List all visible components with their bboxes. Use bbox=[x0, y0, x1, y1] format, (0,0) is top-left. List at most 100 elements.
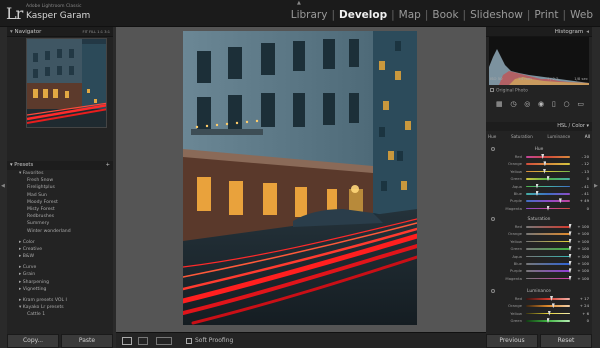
luminance-slider-red[interactable]: Red + 17 bbox=[486, 295, 592, 302]
hue-slider-blue[interactable]: Blue - 41 bbox=[486, 190, 592, 197]
saturation-slider-magenta[interactable]: Magenta + 100 bbox=[486, 275, 592, 282]
top-panel-toggle-icon[interactable]: ▲ bbox=[297, 0, 301, 6]
module-library[interactable]: Library bbox=[288, 9, 331, 21]
slider-value[interactable]: + 17 bbox=[580, 296, 589, 301]
reset-button[interactable]: Reset bbox=[540, 334, 592, 348]
histogram-header[interactable]: Histogram ◂ bbox=[486, 27, 592, 37]
slider-track[interactable] bbox=[526, 248, 570, 250]
tab-luminance[interactable]: Luminance bbox=[547, 134, 570, 139]
photo-canvas[interactable] bbox=[183, 31, 417, 325]
tab-all[interactable]: All bbox=[585, 134, 590, 139]
slider-track[interactable] bbox=[526, 240, 570, 243]
tab-hue[interactable]: Hue bbox=[488, 134, 496, 139]
navigator-preview[interactable] bbox=[26, 38, 107, 128]
saturation-slider-purple[interactable]: Purple + 100 bbox=[486, 267, 592, 274]
saturation-slider-green[interactable]: Green + 100 bbox=[486, 245, 592, 252]
adjustment-brush-icon[interactable]: ▭ bbox=[577, 100, 584, 108]
preset-folder[interactable]: ▸ Curve bbox=[7, 264, 113, 271]
saturation-slider-blue[interactable]: Blue + 100 bbox=[486, 260, 592, 267]
before-after-icon[interactable] bbox=[138, 337, 148, 345]
module-web[interactable]: Web bbox=[567, 9, 596, 21]
hue-slider-aqua[interactable]: Aqua - 41 bbox=[486, 183, 592, 190]
paste-button[interactable]: Paste bbox=[61, 334, 113, 348]
preset-folder[interactable]: ▸ Vignetting bbox=[7, 286, 113, 293]
slider-track[interactable] bbox=[526, 170, 570, 173]
preset-folder[interactable]: ▸ Grain bbox=[7, 271, 113, 278]
preset-item[interactable]: Fresh Snow bbox=[7, 177, 113, 184]
slider-track[interactable] bbox=[526, 270, 570, 272]
graduated-filter-icon[interactable]: ▯ bbox=[552, 100, 556, 108]
hue-slider-yellow[interactable]: Yellow - 13 bbox=[486, 168, 592, 175]
luminance-slider-green[interactable]: Green 0 bbox=[486, 317, 592, 324]
slider-track[interactable] bbox=[526, 156, 570, 158]
preset-folder[interactable]: ▸ B&W bbox=[7, 253, 113, 260]
slider-value[interactable]: - 41 bbox=[582, 191, 589, 196]
preset-folder[interactable]: ▸ Sharpening bbox=[7, 279, 113, 286]
hue-slider-red[interactable]: Red - 20 bbox=[486, 153, 592, 160]
slider-track[interactable] bbox=[526, 185, 570, 188]
add-preset-icon[interactable]: + bbox=[106, 161, 110, 170]
preset-item[interactable]: Moody Forest bbox=[7, 199, 113, 206]
preset-folder[interactable]: ▸ Color bbox=[7, 239, 113, 246]
hue-slider-green[interactable]: Green 0 bbox=[486, 175, 592, 182]
slider-value[interactable]: + 6 bbox=[582, 311, 589, 316]
preset-item[interactable]: Winter wonderland bbox=[7, 228, 113, 235]
slider-value[interactable]: + 100 bbox=[577, 231, 589, 236]
navigator-zoom-options[interactable]: FIT FILL 1:1 3:1 bbox=[83, 27, 110, 36]
slider-value[interactable]: + 24 bbox=[580, 303, 589, 308]
luminance-slider-orange[interactable]: Orange + 24 bbox=[486, 302, 592, 309]
preset-folder[interactable]: ▸ Creative bbox=[7, 246, 113, 253]
preset-item[interactable]: Summery bbox=[7, 220, 113, 227]
right-panel-toggle-icon[interactable]: ▶ bbox=[594, 183, 598, 189]
slider-value[interactable]: 0 bbox=[587, 176, 589, 181]
preset-item[interactable]: Misty Forest bbox=[7, 206, 113, 213]
module-slideshow[interactable]: Slideshow bbox=[467, 9, 526, 21]
slider-value[interactable]: - 41 bbox=[582, 184, 589, 189]
module-develop[interactable]: Develop bbox=[336, 9, 390, 21]
slider-track[interactable] bbox=[526, 305, 570, 307]
crop-tool-icon[interactable]: ◷ bbox=[510, 100, 516, 108]
previous-button[interactable]: Previous bbox=[486, 334, 538, 348]
saturation-slider-yellow[interactable]: Yellow + 100 bbox=[486, 238, 592, 245]
preset-item[interactable]: Mad Sun bbox=[7, 192, 113, 199]
hue-slider-orange[interactable]: Orange - 12 bbox=[486, 160, 592, 167]
slider-value[interactable]: - 20 bbox=[582, 154, 589, 159]
slider-value[interactable]: 0 bbox=[587, 206, 589, 211]
module-print[interactable]: Print bbox=[531, 9, 561, 21]
slider-track[interactable] bbox=[526, 233, 570, 235]
target-adjust-icon[interactable] bbox=[491, 217, 495, 221]
slider-value[interactable]: + 100 bbox=[577, 246, 589, 251]
grid-tool-icon[interactable]: ▦ bbox=[496, 100, 503, 108]
preset-folder[interactable]: ▾ Kayako Lr presets bbox=[7, 304, 113, 311]
slider-track[interactable] bbox=[526, 298, 570, 300]
loupe-view-icon[interactable] bbox=[122, 337, 132, 345]
compare-view-icon[interactable] bbox=[156, 337, 172, 345]
preset-item[interactable]: Firelightplus bbox=[7, 184, 113, 191]
slider-track[interactable] bbox=[526, 192, 570, 195]
module-map[interactable]: Map bbox=[396, 9, 424, 21]
target-adjust-icon[interactable] bbox=[491, 289, 495, 293]
module-book[interactable]: Book bbox=[429, 9, 461, 21]
hue-slider-purple[interactable]: Purple + 49 bbox=[486, 197, 592, 204]
image-viewer[interactable] bbox=[116, 27, 486, 332]
slider-value[interactable]: + 100 bbox=[577, 254, 589, 259]
slider-track[interactable] bbox=[526, 163, 570, 165]
slider-track[interactable] bbox=[526, 312, 570, 315]
slider-value[interactable]: - 13 bbox=[582, 169, 589, 174]
saturation-slider-aqua[interactable]: Aqua + 100 bbox=[486, 253, 592, 260]
soft-proofing-checkbox[interactable] bbox=[186, 338, 192, 344]
preset-folder[interactable]: ▸ Kram presets VOL I bbox=[7, 297, 113, 304]
navigator-header[interactable]: ▾ Navigator FIT FILL 1:1 3:1 bbox=[7, 27, 113, 37]
hsl-header[interactable]: HSL / Color ▾ bbox=[486, 122, 592, 131]
presets-header[interactable]: ▾ Presets + bbox=[7, 161, 113, 170]
slider-value[interactable]: + 100 bbox=[577, 261, 589, 266]
slider-track[interactable] bbox=[526, 277, 570, 280]
left-panel-toggle-icon[interactable]: ◀ bbox=[1, 183, 5, 189]
slider-track[interactable] bbox=[526, 226, 570, 228]
saturation-slider-red[interactable]: Red + 100 bbox=[486, 223, 592, 230]
slider-value[interactable]: + 49 bbox=[580, 198, 589, 203]
spot-removal-icon[interactable]: ◎ bbox=[524, 100, 530, 108]
saturation-slider-orange[interactable]: Orange + 100 bbox=[486, 230, 592, 237]
hue-slider-magenta[interactable]: Magenta 0 bbox=[486, 205, 592, 212]
red-eye-icon[interactable]: ◉ bbox=[538, 100, 544, 108]
